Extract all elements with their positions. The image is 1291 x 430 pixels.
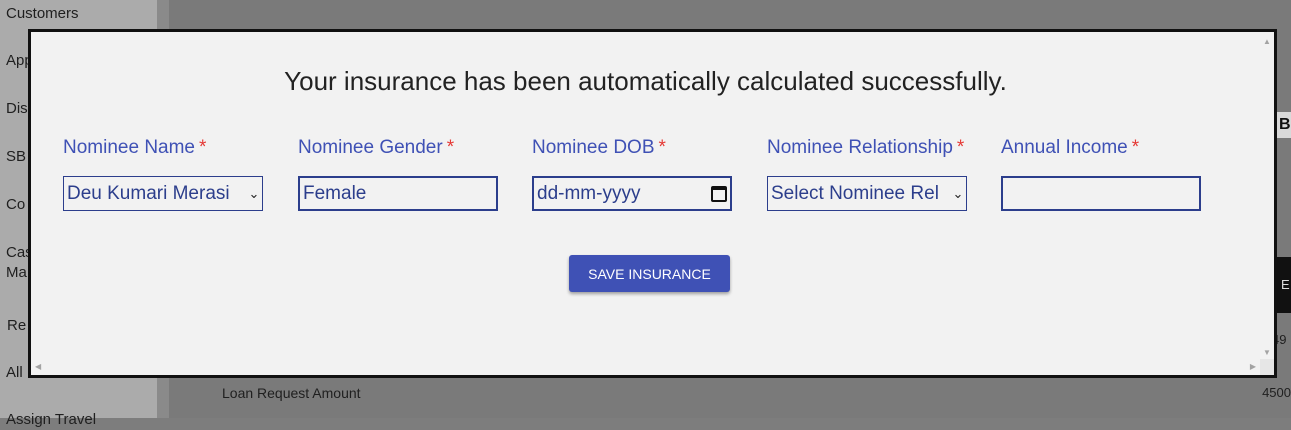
nominee-name-value: Deu Kumari Merasi: [67, 182, 230, 204]
vertical-scrollbar[interactable]: ▲ ▼: [1260, 32, 1274, 359]
loan-request-value: 4500: [1262, 385, 1291, 400]
nominee-relationship-field: Nominee Relationship * Select Nominee Rel…: [767, 137, 967, 211]
insurance-modal: Your insurance has been automatically ca…: [28, 29, 1277, 378]
scroll-up-icon[interactable]: ▲: [1263, 37, 1271, 46]
horizontal-scrollbar[interactable]: ◀ ▶: [31, 359, 1260, 375]
sidebar-item[interactable]: Re: [7, 316, 26, 336]
nominee-relationship-select[interactable]: Select Nominee Rel ⌄: [767, 176, 967, 211]
loan-request-label: Loan Request Amount: [222, 385, 361, 401]
calendar-icon[interactable]: [711, 185, 727, 202]
scroll-down-icon[interactable]: ▼: [1263, 348, 1271, 357]
nominee-name-label: Nominee Name *: [63, 137, 207, 158]
nominee-dob-placeholder: dd-mm-yyyy: [537, 182, 641, 204]
annual-income-input[interactable]: [1001, 176, 1201, 211]
edge-label-b: B: [1276, 112, 1291, 138]
chevron-down-icon: ⌄: [952, 185, 964, 201]
edge-button[interactable]: E: [1276, 257, 1291, 313]
nominee-name-select[interactable]: Deu Kumari Merasi ⌄: [63, 176, 263, 211]
nominee-dob-field: Nominee DOB * dd-mm-yyyy: [532, 137, 732, 211]
annual-income-label: Annual Income *: [1001, 137, 1140, 158]
required-marker: *: [1131, 137, 1140, 158]
sidebar-item-assign-travel[interactable]: Assign Travel: [6, 410, 96, 430]
chevron-down-icon: ⌄: [248, 185, 260, 201]
nominee-name-field: Nominee Name * Deu Kumari Merasi ⌄: [63, 137, 263, 211]
nominee-relationship-label: Nominee Relationship *: [767, 137, 965, 158]
sidebar-item[interactable]: Co: [6, 195, 25, 215]
success-message: Your insurance has been automatically ca…: [284, 66, 1007, 96]
sidebar-item-all[interactable]: All: [6, 363, 23, 383]
required-marker: *: [658, 137, 666, 158]
required-marker: *: [446, 137, 455, 158]
nominee-gender-field: Nominee Gender * Female: [298, 137, 498, 211]
sidebar-item-customers[interactable]: Customers: [6, 4, 79, 24]
sidebar-item[interactable]: SB: [6, 147, 26, 167]
save-insurance-button[interactable]: SAVE INSURANCE: [569, 255, 730, 292]
nominee-dob-input[interactable]: dd-mm-yyyy: [532, 176, 732, 211]
sidebar-item[interactable]: Dis: [6, 99, 28, 119]
scroll-right-icon[interactable]: ▶: [1250, 362, 1256, 371]
scrollbar-corner: [1260, 359, 1274, 375]
annual-income-field: Annual Income *: [1001, 137, 1201, 211]
nominee-gender-label: Nominee Gender *: [298, 137, 455, 158]
nominee-dob-label: Nominee DOB *: [532, 137, 666, 158]
nominee-relationship-value: Select Nominee Rel: [771, 182, 939, 204]
scroll-left-icon[interactable]: ◀: [35, 362, 41, 371]
required-marker: *: [956, 137, 965, 158]
nominee-gender-value: Female: [303, 182, 367, 204]
nominee-gender-input[interactable]: Female: [298, 176, 498, 211]
required-marker: *: [199, 137, 207, 158]
